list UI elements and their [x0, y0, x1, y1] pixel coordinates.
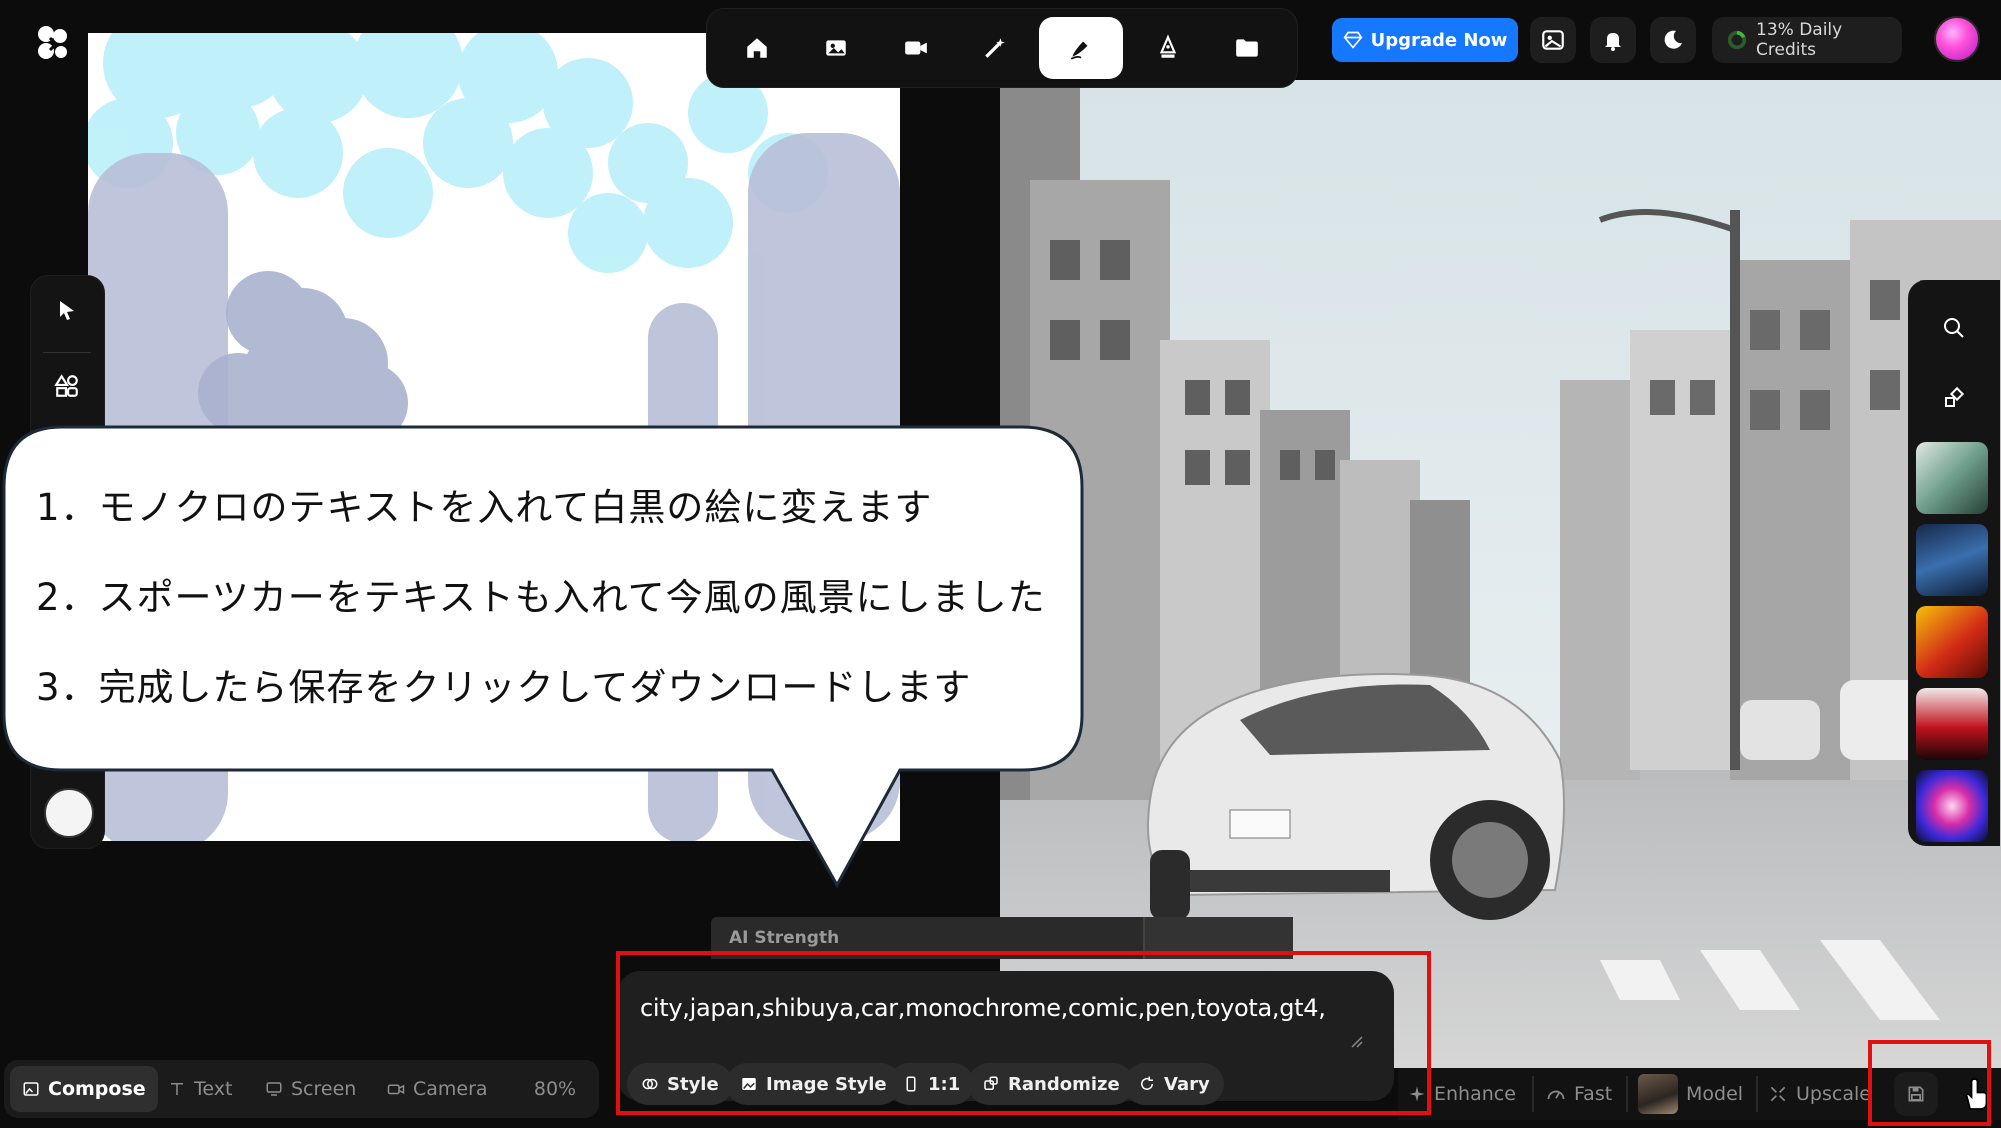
callout-line-3: 3．完成したら保存をクリックしてダウンロードします — [36, 666, 972, 709]
upgrade-button[interactable]: Upgrade Now — [1332, 18, 1518, 62]
vector-button[interactable] — [1133, 17, 1203, 79]
gallery-button[interactable] — [1530, 17, 1576, 63]
rotate-icon — [1945, 386, 1965, 407]
model-button[interactable]: Model — [1638, 1072, 1743, 1116]
gallery-icon — [1542, 30, 1564, 50]
compose-label: Compose — [48, 1078, 146, 1100]
history-thumbnail[interactable] — [1916, 606, 1988, 678]
history-thumbnail[interactable] — [1916, 688, 1988, 760]
ai-strength-label: AI Strength — [729, 928, 840, 948]
select-tool-button[interactable] — [49, 292, 85, 328]
upscale-button[interactable]: Upscale — [1768, 1072, 1871, 1116]
shapes-tool-button[interactable] — [49, 368, 85, 404]
gauge-icon — [1547, 1090, 1565, 1100]
screen-tab[interactable]: Screen — [253, 1066, 368, 1112]
toolbar-divider — [1756, 1076, 1758, 1112]
text-tab[interactable]: Text — [156, 1066, 244, 1112]
history-rail — [1908, 280, 2000, 846]
top-nav — [706, 8, 1298, 88]
rail-divider — [43, 352, 91, 353]
pen-nib-icon — [1159, 34, 1176, 58]
toolbar-divider — [1626, 1076, 1628, 1112]
upscale-icon — [1770, 1086, 1786, 1102]
progress-ring-icon — [1727, 30, 1747, 50]
video-icon — [904, 41, 927, 55]
history-thumbnail[interactable] — [1916, 442, 1988, 514]
transform-button[interactable] — [1936, 380, 1972, 416]
avatar[interactable] — [1934, 16, 1980, 62]
credits-badge[interactable]: 13% Daily Credits — [1712, 17, 1902, 63]
camera-icon — [387, 1084, 405, 1095]
cursor-icon — [60, 301, 74, 320]
history-thumbnail[interactable] — [1916, 524, 1988, 596]
upscale-label: Upscale — [1796, 1083, 1871, 1105]
callout-text: 1．モノクロのテキストを入れて白黒の絵に変えます 2．スポーツカーをテキストも入… — [36, 478, 1066, 748]
shapes-icon — [54, 374, 78, 397]
notification-button[interactable] — [1590, 17, 1636, 63]
save-highlight-box — [1868, 1040, 1991, 1126]
compose-tab[interactable]: Compose — [10, 1066, 158, 1112]
image-icon — [826, 40, 846, 56]
folder-icon — [1236, 39, 1259, 57]
text-icon — [171, 1083, 183, 1095]
search-button[interactable] — [1936, 310, 1972, 346]
pen-icon — [1071, 41, 1088, 60]
enhance-label: Enhance — [1434, 1083, 1516, 1105]
history-thumbnail[interactable] — [1916, 770, 1988, 842]
callout-line-2: 2．スポーツカーをテキストも入れて今風の風景にしました — [36, 576, 1046, 619]
moon-icon — [1664, 30, 1682, 49]
search-icon — [1944, 318, 1964, 338]
home-icon — [746, 38, 767, 58]
enhance-button[interactable] — [960, 17, 1030, 79]
model-label: Model — [1686, 1083, 1744, 1105]
image-icon — [23, 1082, 39, 1096]
theme-toggle-button[interactable] — [1650, 17, 1696, 63]
fast-label: Fast — [1574, 1083, 1613, 1105]
camera-label: Camera — [413, 1078, 488, 1100]
app-logo-icon[interactable] — [34, 24, 72, 62]
fast-button[interactable]: Fast — [1546, 1072, 1612, 1116]
bell-icon — [1605, 33, 1621, 51]
home-button[interactable] — [722, 17, 792, 79]
screen-label: Screen — [291, 1078, 357, 1100]
callout-line-1: 1．モノクロのテキストを入れて白黒の絵に変えます — [36, 486, 933, 529]
magic-wand-icon — [985, 38, 1005, 58]
draw-button[interactable] — [1039, 17, 1124, 79]
upgrade-label: Upgrade Now — [1370, 29, 1508, 51]
text-label: Text — [194, 1078, 233, 1100]
prompt-highlight-box — [616, 951, 1431, 1115]
camera-tab[interactable]: Camera — [375, 1066, 500, 1112]
diamond-icon — [1343, 31, 1362, 49]
model-thumbnail — [1638, 1074, 1678, 1114]
monitor-icon — [266, 1082, 282, 1096]
zoom-level[interactable]: 80% — [511, 1060, 599, 1118]
folder-button[interactable] — [1212, 17, 1282, 79]
image-button[interactable] — [801, 17, 871, 79]
toolbar-divider — [1532, 1076, 1534, 1112]
video-button[interactable] — [881, 17, 951, 79]
credits-label: 13% Daily Credits — [1756, 20, 1843, 60]
